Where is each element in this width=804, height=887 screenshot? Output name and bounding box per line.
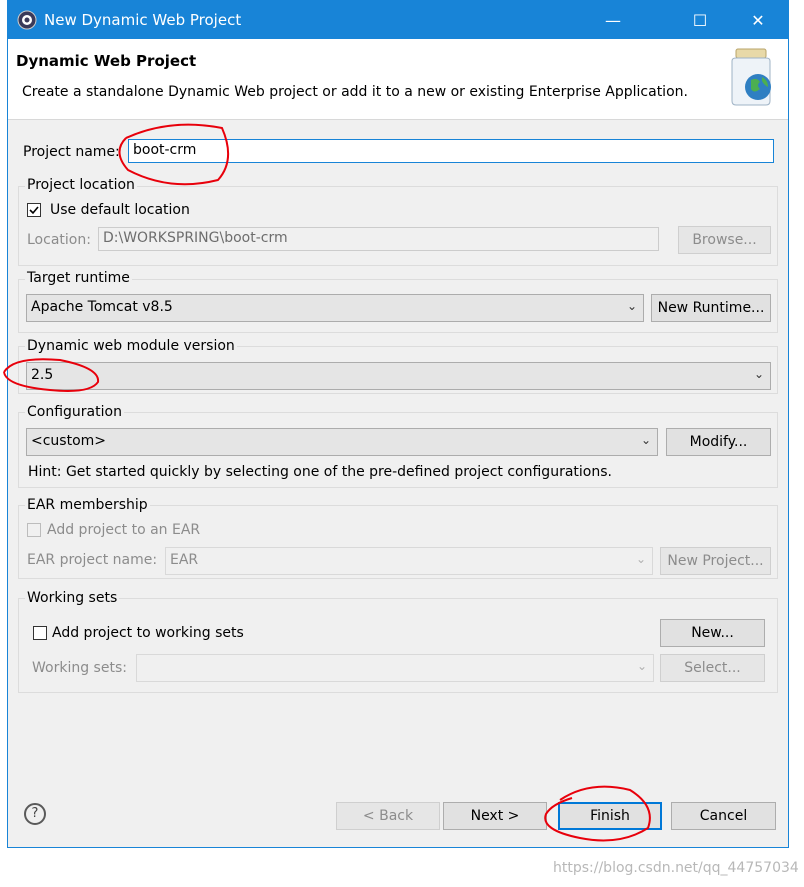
- configuration-value: <custom>: [31, 433, 107, 449]
- ear-membership-label: EAR membership: [25, 497, 150, 513]
- location-input[interactable]: D:\WORKSPRING\boot-crm: [98, 227, 659, 251]
- add-to-ear-checkbox[interactable]: [27, 523, 41, 537]
- add-to-working-sets-checkbox[interactable]: [33, 626, 47, 640]
- working-sets-select[interactable]: ⌄: [136, 654, 654, 682]
- location-label: Location:: [27, 232, 91, 248]
- configuration-hint: Hint: Get started quickly by selecting o…: [28, 464, 612, 480]
- chevron-down-icon: ⌄: [635, 552, 646, 566]
- wizard-footer: ? < Back Next > Finish Cancel: [8, 781, 788, 847]
- target-runtime-label: Target runtime: [25, 270, 132, 286]
- chevron-down-icon: ⌄: [753, 367, 764, 381]
- page-description: Create a standalone Dynamic Web project …: [22, 84, 688, 100]
- page-title: Dynamic Web Project: [16, 52, 197, 70]
- use-default-location-label[interactable]: Use default location: [50, 202, 190, 218]
- back-button[interactable]: < Back: [336, 802, 440, 830]
- configuration-select[interactable]: <custom> ⌄: [26, 428, 658, 456]
- web-project-jar-icon: [724, 47, 780, 107]
- ear-project-name-label: EAR project name:: [27, 552, 158, 568]
- maximize-button[interactable]: ☐: [675, 1, 725, 39]
- wizard-body: Project name: boot-crm Project location …: [8, 120, 788, 800]
- project-location-label: Project location: [25, 177, 137, 193]
- finish-button[interactable]: Finish: [558, 802, 662, 830]
- modify-button[interactable]: Modify...: [666, 428, 771, 456]
- configuration-label: Configuration: [25, 404, 124, 420]
- chevron-down-icon: ⌄: [640, 433, 651, 447]
- project-name-input[interactable]: boot-crm: [128, 139, 774, 163]
- close-button[interactable]: ✕: [733, 1, 783, 39]
- project-location-group: [18, 186, 778, 266]
- title-bar: New Dynamic Web Project — ☐ ✕: [8, 1, 788, 39]
- help-icon-glyph: ?: [31, 806, 39, 821]
- module-version-value: 2.5: [31, 367, 54, 383]
- select-working-sets-button[interactable]: Select...: [660, 654, 765, 682]
- chevron-down-icon: ⌄: [626, 299, 637, 313]
- watermark: https://blog.csdn.net/qq_44757034: [553, 860, 799, 876]
- project-name-label: Project name:: [23, 144, 120, 160]
- window-title: New Dynamic Web Project: [44, 11, 242, 29]
- minimize-button[interactable]: —: [588, 1, 638, 39]
- module-version-label: Dynamic web module version: [25, 338, 237, 354]
- target-runtime-value: Apache Tomcat v8.5: [31, 299, 173, 315]
- next-button[interactable]: Next >: [443, 802, 547, 830]
- add-to-ear-label[interactable]: Add project to an EAR: [47, 522, 200, 538]
- new-runtime-button[interactable]: New Runtime...: [651, 294, 771, 322]
- eclipse-gear-icon: [16, 9, 38, 31]
- new-ear-project-button[interactable]: New Project...: [660, 547, 771, 575]
- chevron-down-icon: ⌄: [636, 659, 647, 673]
- ear-project-name-value: EAR: [170, 552, 199, 568]
- browse-button[interactable]: Browse...: [678, 226, 771, 254]
- module-version-select[interactable]: 2.5 ⌄: [26, 362, 771, 390]
- help-icon[interactable]: ?: [24, 803, 46, 825]
- new-project-dialog: New Dynamic Web Project — ☐ ✕ Dynamic We…: [7, 0, 789, 848]
- cancel-button[interactable]: Cancel: [671, 802, 776, 830]
- working-sets-field-label: Working sets:: [32, 660, 127, 676]
- wizard-header: Dynamic Web Project Create a standalone …: [8, 39, 788, 120]
- working-sets-label: Working sets: [25, 590, 120, 606]
- new-working-set-button[interactable]: New...: [660, 619, 765, 647]
- use-default-location-checkbox[interactable]: [27, 203, 41, 217]
- ear-project-name-select[interactable]: EAR ⌄: [165, 547, 653, 575]
- add-to-working-sets-label[interactable]: Add project to working sets: [52, 625, 244, 641]
- target-runtime-select[interactable]: Apache Tomcat v8.5 ⌄: [26, 294, 644, 322]
